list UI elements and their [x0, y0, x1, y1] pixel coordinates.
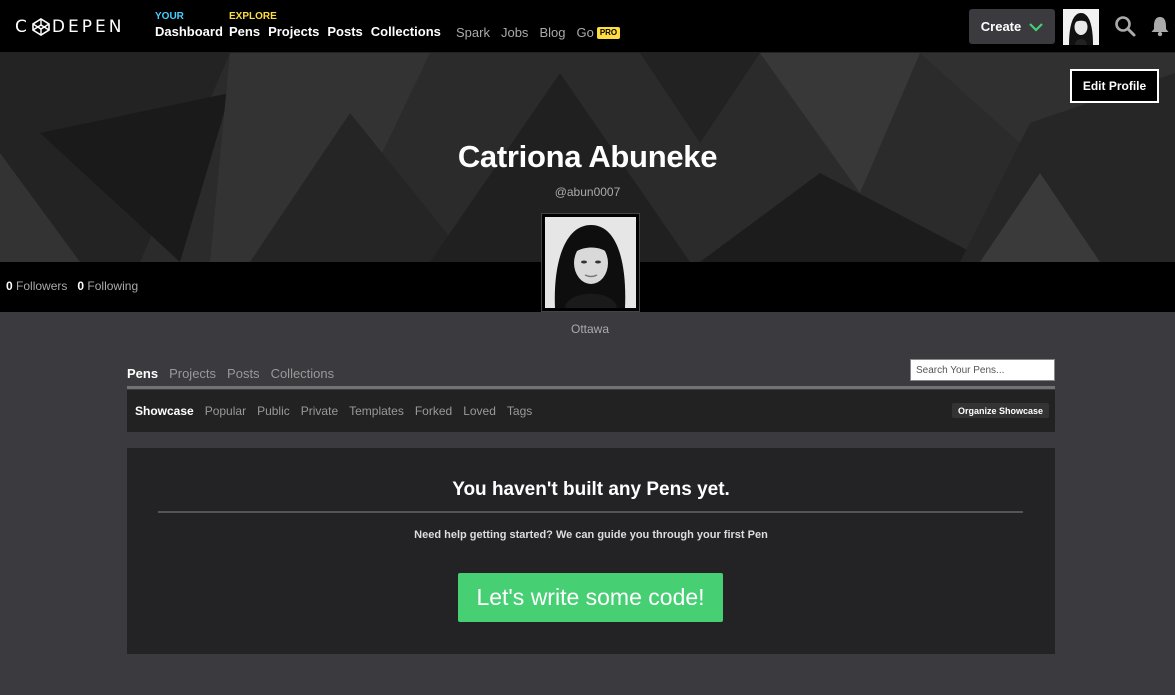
followers-stat[interactable]: 0 Followers [6, 279, 67, 293]
logo-text-depen: DEPEN [51, 17, 125, 37]
subtab-public[interactable]: Public [257, 404, 290, 418]
tab-projects[interactable]: Projects [169, 366, 216, 381]
create-button-label: Create [980, 19, 1022, 34]
nav-link-go-pro[interactable]: Go PRO [576, 25, 621, 40]
nav-link-projects[interactable]: Projects [268, 23, 319, 41]
create-button[interactable]: Create [969, 9, 1055, 44]
nav-link-go-label: Go [576, 25, 594, 40]
secondary-nav: Spark Jobs Blog Go PRO [456, 25, 621, 40]
top-nav: C DEPEN YOUR Dashboard EXPLORE Pens Proj… [0, 0, 1175, 53]
content-tabs: Pens Projects Posts Collections [127, 366, 334, 381]
nav-link-collections[interactable]: Collections [371, 23, 441, 41]
nav-explore-group: EXPLORE Pens Projects Posts Collections [229, 11, 441, 41]
subtab-popular[interactable]: Popular [205, 404, 246, 418]
codepen-logo[interactable]: C DEPEN [15, 17, 124, 37]
profile-location: Ottawa [570, 322, 609, 336]
chevron-down-icon [1029, 22, 1044, 32]
logo-text-c: C [15, 17, 30, 37]
nav-link-pens[interactable]: Pens [229, 23, 260, 41]
tab-pens[interactable]: Pens [127, 366, 158, 381]
empty-state-panel: You haven't built any Pens yet. Need hel… [127, 448, 1055, 654]
nav-link-posts[interactable]: Posts [327, 23, 362, 41]
organize-showcase-button[interactable]: Organize Showcase [952, 403, 1050, 418]
profile-handle: @abun0007 [554, 185, 621, 199]
write-code-button[interactable]: Let's write some code! [458, 573, 723, 622]
following-count: 0 [77, 279, 85, 293]
user-avatar[interactable] [1063, 9, 1099, 45]
edit-profile-button[interactable]: Edit Profile [1070, 69, 1159, 103]
followers-label: Followers [16, 279, 68, 293]
nav-link-blog[interactable]: Blog [539, 26, 565, 40]
nav-link-dashboard[interactable]: Dashboard [155, 23, 223, 41]
empty-state-help: Need help getting started? We can guide … [414, 529, 768, 541]
tab-collections[interactable]: Collections [271, 366, 335, 381]
nav-explore-kicker: EXPLORE [229, 11, 277, 22]
subtabs-bar: Showcase Popular Public Private Template… [127, 390, 1055, 432]
nav-your-group: YOUR Dashboard [155, 11, 223, 41]
search-icon[interactable] [1114, 15, 1136, 37]
subtab-showcase[interactable]: Showcase [135, 404, 194, 418]
profile-avatar [541, 213, 640, 312]
subtab-tags[interactable]: Tags [507, 404, 532, 418]
following-stat[interactable]: 0 Following [77, 279, 138, 293]
subtabs: Showcase Popular Public Private Template… [135, 404, 532, 418]
nav-link-jobs[interactable]: Jobs [501, 26, 528, 40]
empty-state-divider [158, 511, 1023, 513]
nav-link-spark[interactable]: Spark [456, 26, 490, 40]
subtab-templates[interactable]: Templates [349, 404, 404, 418]
bell-icon[interactable] [1149, 15, 1171, 37]
tab-posts[interactable]: Posts [227, 366, 260, 381]
pro-badge: PRO [596, 27, 621, 39]
follow-stats: 0 Followers 0 Following [6, 279, 138, 293]
search-pens-input[interactable] [910, 359, 1055, 381]
following-label: Following [87, 279, 139, 293]
nav-your-kicker: YOUR [155, 11, 184, 22]
subtab-private[interactable]: Private [301, 404, 338, 418]
codepen-cube-icon [32, 18, 50, 36]
subtab-loved[interactable]: Loved [463, 404, 496, 418]
tabs-divider [127, 386, 1055, 389]
empty-state-title: You haven't built any Pens yet. [452, 479, 730, 500]
followers-count: 0 [6, 279, 13, 293]
subtab-forked[interactable]: Forked [415, 404, 452, 418]
profile-name: Catriona Abuneke [457, 139, 718, 174]
